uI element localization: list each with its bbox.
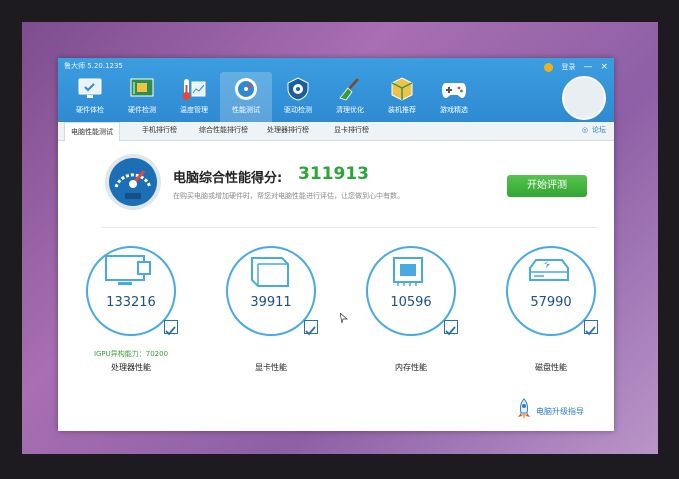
broom-icon <box>337 76 363 102</box>
tool-label: 温度管理 <box>180 106 208 114</box>
graphics-card-icon <box>244 254 294 288</box>
start-test-button[interactable]: 开始评测 <box>507 175 587 197</box>
monitor-check-icon <box>77 76 103 102</box>
tab-phone-ranking[interactable]: 手机排行榜 <box>142 125 177 135</box>
app-title: 鲁大师 5.20.1235 <box>64 62 123 70</box>
forum-icon: ◎ <box>581 126 588 134</box>
main-content: 电脑综合性能得分: 311913 在购买电脑或增加硬件时，帮您对电脑性能进行评估… <box>58 141 614 431</box>
close-button[interactable]: × <box>600 62 608 72</box>
mouse-cursor-icon <box>339 308 348 324</box>
coin-icon[interactable] <box>544 62 554 72</box>
tool-label: 游戏精选 <box>440 106 468 114</box>
tool-cleanup[interactable]: 清理优化 <box>324 72 376 122</box>
title-controls: 登录 — × <box>544 62 608 72</box>
metric-label: 显卡性能 <box>255 363 287 372</box>
forum-link[interactable]: ◎ 论坛 <box>582 125 606 135</box>
main-toolbar: 硬件体检 硬件检测 温度管理 性能测试 驱动检测 清理优化 装机推荐 游戏精选 <box>64 72 480 122</box>
tab-cpu-ranking[interactable]: 处理器排行榜 <box>267 125 309 135</box>
score-description: 在购买电脑或增加硬件时，帮您对电脑性能进行评估，让您做到心中有数。 <box>173 192 404 200</box>
metric-cpu: 133216 IGPU异构能力：70200 处理器性能 <box>76 246 186 376</box>
metric-value: 39911 <box>250 295 292 310</box>
upgrade-guide-link[interactable]: 电脑升级指导 <box>516 398 584 424</box>
tool-build-recommend[interactable]: 装机推荐 <box>376 72 428 122</box>
metric-gpu: 39911 显卡性能 <box>216 246 326 376</box>
gamepad-icon <box>441 76 467 102</box>
tool-hardware-detect[interactable]: 硬件检测 <box>116 72 168 122</box>
tool-temperature[interactable]: 温度管理 <box>168 72 220 122</box>
title-bar: 鲁大师 5.20.1235 登录 — × 硬件体检 硬件检测 温度管理 性能测试… <box>58 58 614 122</box>
memory-chip-icon <box>384 254 434 288</box>
thermometer-chart-icon <box>181 76 207 102</box>
divider <box>102 227 597 228</box>
check-icon <box>164 320 178 336</box>
speedometer-icon <box>233 76 259 102</box>
upgrade-guide-label: 电脑升级指导 <box>536 406 584 416</box>
metric-label: 处理器性能 <box>111 363 151 372</box>
tool-label: 硬件体检 <box>76 106 104 114</box>
sub-tab-bar: 电脑性能测试 手机排行榜 综合性能排行榜 处理器排行榜 显卡排行榜 ◎ 论坛 <box>58 122 614 141</box>
hard-disk-icon <box>524 254 574 288</box>
metric-memory: 10596 内存性能 <box>356 246 466 376</box>
tool-driver-detect[interactable]: 驱动检测 <box>272 72 324 122</box>
metric-disk: 57990 磁盘性能 <box>496 246 606 376</box>
tool-games[interactable]: 游戏精选 <box>428 72 480 122</box>
tool-label: 驱动检测 <box>284 106 312 114</box>
forum-label: 论坛 <box>592 126 606 134</box>
check-icon <box>444 320 458 336</box>
tool-label: 硬件检测 <box>128 106 156 114</box>
tool-label: 装机推荐 <box>388 106 416 114</box>
tool-performance-test[interactable]: 性能测试 <box>220 72 272 122</box>
rocket-icon <box>516 398 532 424</box>
login-link[interactable]: 登录 <box>561 62 575 72</box>
metric-value: 10596 <box>390 295 432 310</box>
chip-board-icon <box>129 76 155 102</box>
tab-gpu-ranking[interactable]: 显卡排行榜 <box>334 125 369 135</box>
check-icon <box>304 320 318 336</box>
metric-label: 磁盘性能 <box>535 363 567 372</box>
tab-pc-performance[interactable]: 电脑性能测试 <box>64 122 120 141</box>
tool-label: 清理优化 <box>336 106 364 114</box>
tab-overall-ranking[interactable]: 综合性能排行榜 <box>199 125 248 135</box>
metric-value: 133216 <box>106 295 156 310</box>
tool-label: 性能测试 <box>232 106 260 114</box>
score-label: 电脑综合性能得分: <box>173 171 283 186</box>
metric-value: 57990 <box>530 295 572 310</box>
speedometer-icon <box>104 153 162 211</box>
tool-hardware-checkup[interactable]: 硬件体检 <box>64 72 116 122</box>
avatar[interactable] <box>562 76 606 120</box>
metric-label: 内存性能 <box>395 363 427 372</box>
cpu-monitor-icon <box>104 254 154 288</box>
minimize-button[interactable]: — <box>583 62 592 72</box>
cube-icon <box>389 76 415 102</box>
score-value: 311913 <box>298 164 369 184</box>
app-window: 鲁大师 5.20.1235 登录 — × 硬件体检 硬件检测 温度管理 性能测试… <box>58 58 614 431</box>
metric-extra: IGPU异构能力：70200 <box>93 350 169 358</box>
check-icon <box>584 320 598 336</box>
gear-shield-icon <box>285 76 311 102</box>
